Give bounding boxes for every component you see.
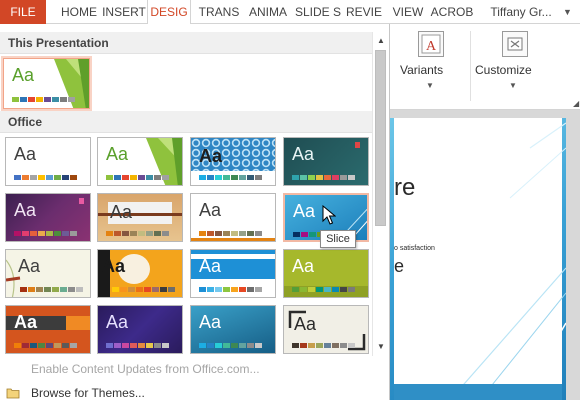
theme-thumb-frame[interactable]: Aa xyxy=(283,305,369,354)
theme-color-swatches xyxy=(292,175,355,180)
bottom-band xyxy=(191,238,275,241)
folder-icon xyxy=(6,388,20,399)
customize-label: Customize xyxy=(475,63,532,77)
theme-thumb-green[interactable]: Aa xyxy=(283,249,369,298)
variants-group[interactable]: A Variants ▼ xyxy=(398,25,464,110)
gallery-scrollbar[interactable]: ▲ ▼ xyxy=(372,32,388,356)
theme-color-swatches xyxy=(199,175,262,180)
section-header-office: Office xyxy=(0,111,372,133)
theme-color-swatches xyxy=(199,343,262,348)
ribbon-tab-bar: FILE HOME INSERT DESIG TRANS ANIMA SLIDE… xyxy=(0,0,580,25)
variants-label: Variants xyxy=(400,63,444,77)
slide-canvas[interactable]: re o satisfaction e xyxy=(390,118,566,400)
slide-size-icon xyxy=(502,31,528,57)
theme-color-swatches xyxy=(112,287,175,292)
theme-color-swatches xyxy=(106,343,169,348)
mouse-pointer-icon xyxy=(322,205,336,225)
tab-insert[interactable]: INSERT xyxy=(101,0,147,24)
theme-sample-text: Aa xyxy=(199,312,222,332)
theme-tooltip: Slice xyxy=(320,230,356,248)
theme-sample-text: Aa xyxy=(293,201,316,221)
ribbon-collapse-icon[interactable]: ◢ xyxy=(573,99,579,108)
enable-content-updates-item: Enable Content Updates from Office.com..… xyxy=(31,362,260,376)
theme-color-swatches xyxy=(106,175,169,180)
theme-sample-text: Aa xyxy=(292,256,315,276)
tab-transitions[interactable]: TRANS xyxy=(196,0,242,24)
theme-color-swatches xyxy=(199,231,262,236)
customize-group[interactable]: Customize ▼ xyxy=(475,25,556,110)
tab-animations[interactable]: ANIMA xyxy=(243,0,293,24)
tab-file[interactable]: FILE xyxy=(0,0,46,24)
tab-view[interactable]: VIEW xyxy=(388,0,428,24)
accent-block xyxy=(66,316,90,330)
browse-for-themes-item[interactable]: Browse for Themes... xyxy=(0,382,388,400)
theme-sample-text: Aa xyxy=(14,144,37,164)
tab-slideshow[interactable]: SLIDE S xyxy=(293,0,343,24)
theme-sample-text: Aa xyxy=(294,314,317,334)
svg-text:A: A xyxy=(426,39,437,54)
theme-color-swatches xyxy=(12,97,75,102)
tab-acrobat[interactable]: ACROB xyxy=(428,0,476,24)
theme-thumb-integral[interactable]: Aa xyxy=(190,137,276,186)
chevron-down-icon: ▼ xyxy=(426,81,434,90)
theme-thumb-facet[interactable]: Aa xyxy=(97,137,183,186)
theme-thumb-retrospect[interactable]: Aa xyxy=(97,193,183,242)
accent-mark xyxy=(79,198,84,204)
slide-editing-area: re o satisfaction e xyxy=(390,110,580,400)
theme-thumb-wisp[interactable]: Aa xyxy=(5,249,91,298)
theme-thumb-teal[interactable]: Aa xyxy=(190,305,276,354)
variants-icon: A xyxy=(418,31,444,57)
scroll-up-icon[interactable]: ▲ xyxy=(373,34,389,48)
theme-color-swatches xyxy=(20,287,83,292)
user-account[interactable]: Tiffany Gr... xyxy=(481,0,561,24)
theme-color-swatches xyxy=(199,287,262,292)
theme-color-swatches xyxy=(292,343,355,348)
theme-thumb-ion-boardroom[interactable]: Aa xyxy=(283,137,369,186)
scroll-down-icon[interactable]: ▼ xyxy=(373,340,389,354)
top-band xyxy=(191,250,275,254)
ribbon-divider xyxy=(470,31,471,101)
tab-home[interactable]: HOME xyxy=(57,0,101,24)
theme-thumb-organic[interactable]: Aa xyxy=(5,193,91,242)
theme-thumb-purple[interactable]: Aa xyxy=(97,305,183,354)
theme-sample-text: Aa xyxy=(106,312,129,332)
theme-thumb-blue-stripe[interactable]: Aa xyxy=(190,249,276,298)
accent-mark xyxy=(355,142,360,148)
theme-sample-text: Aa xyxy=(18,256,41,276)
theme-color-swatches xyxy=(14,231,77,236)
theme-sample-text: Aa xyxy=(199,146,223,166)
theme-color-swatches xyxy=(14,175,77,180)
tab-review[interactable]: REVIE xyxy=(343,0,385,24)
browse-for-themes-label: Browse for Themes... xyxy=(31,386,145,400)
theme-thumb-orange-band[interactable]: Aa xyxy=(5,305,91,354)
section-header-this-presentation: This Presentation xyxy=(0,32,372,54)
theme-thumb-banded[interactable]: Aa xyxy=(97,249,183,298)
theme-sample-text: Aa xyxy=(110,202,133,222)
theme-sample-text: Aa xyxy=(14,312,38,332)
theme-sample-text: Aa xyxy=(14,200,37,220)
slide-decoration-lines xyxy=(394,122,566,400)
ribbon-body: A Variants ▼ Customize ▼ ◢ xyxy=(390,25,580,110)
theme-color-swatches xyxy=(106,231,169,236)
theme-color-swatches xyxy=(14,343,77,348)
theme-sample-text: Aa xyxy=(102,256,126,276)
chevron-down-icon: ▼ xyxy=(509,81,517,90)
chevron-down-icon[interactable]: ▼ xyxy=(563,0,572,24)
theme-sample-text: Aa xyxy=(12,65,35,85)
tab-design[interactable]: DESIG xyxy=(147,0,191,25)
scroll-thumb[interactable] xyxy=(375,50,386,226)
theme-sample-text: Aa xyxy=(199,256,222,276)
theme-sample-text: Aa xyxy=(199,200,222,220)
theme-thumb-current[interactable]: Aa xyxy=(1,56,92,111)
theme-thumb-office[interactable]: Aa xyxy=(5,137,91,186)
theme-color-swatches xyxy=(292,287,355,292)
theme-sample-text: Aa xyxy=(106,144,129,164)
theme-sample-text: Aa xyxy=(292,144,315,164)
theme-thumb-slice-plain[interactable]: Aa xyxy=(190,193,276,242)
